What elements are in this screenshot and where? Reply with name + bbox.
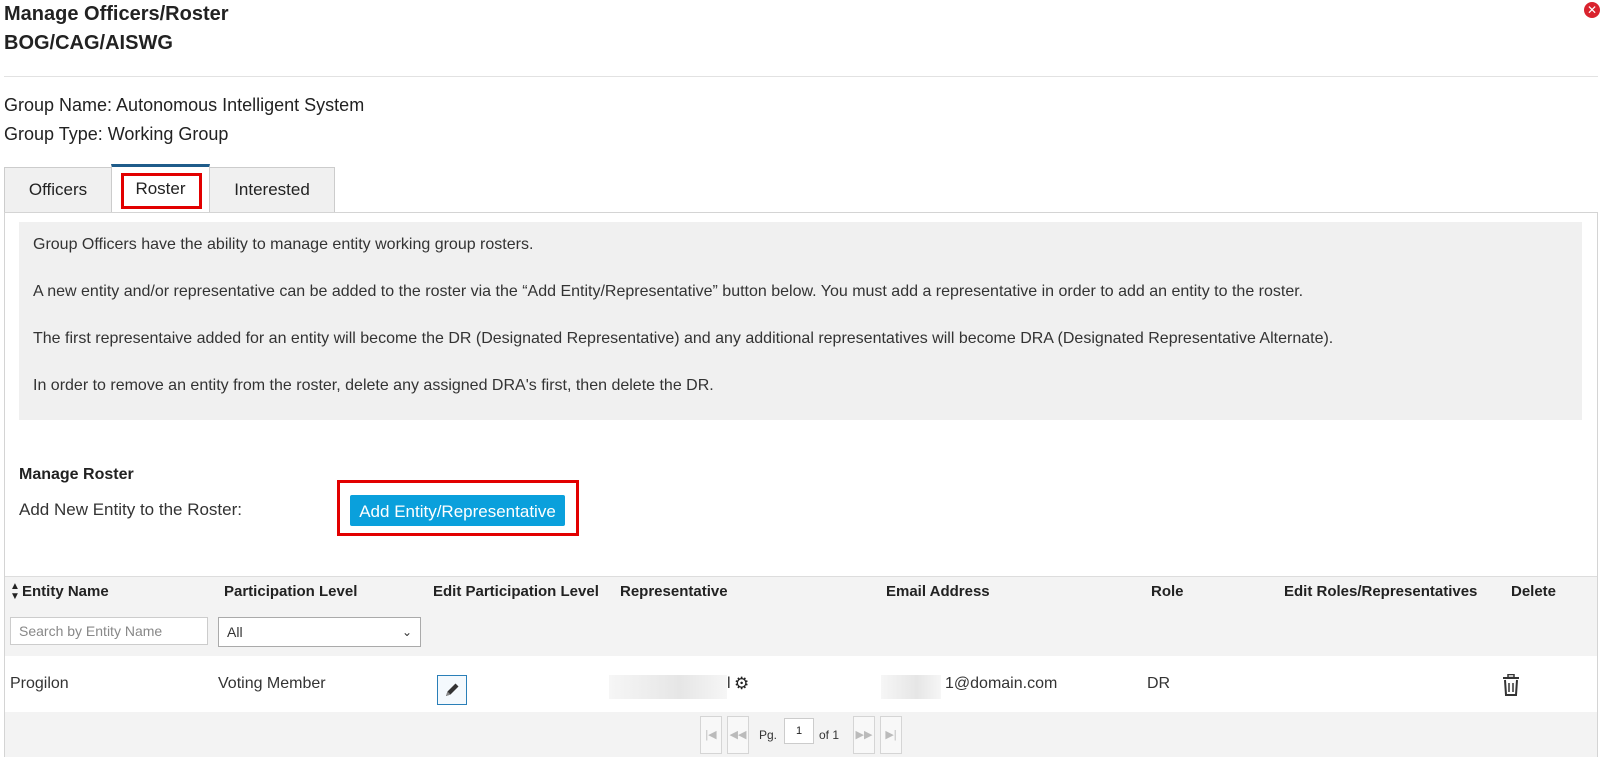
- add-entity-label: Add New Entity to the Roster:: [19, 500, 242, 519]
- tab-interested[interactable]: Interested: [209, 167, 335, 212]
- page-title-line2: BOG/CAG/AISWG: [4, 32, 173, 54]
- col-participation-level: Participation Level: [224, 583, 358, 600]
- sort-icon[interactable]: ▲ ▼: [10, 582, 20, 602]
- page-number-input[interactable]: 1: [784, 718, 814, 744]
- col-role: Role: [1151, 583, 1184, 600]
- col-representative: Representative: [620, 583, 728, 600]
- col-edit-participation: Edit Participation Level: [433, 583, 599, 600]
- cell-role: DR: [1147, 675, 1171, 692]
- close-icon[interactable]: ✕: [1584, 2, 1600, 18]
- search-entity-input[interactable]: [10, 617, 208, 645]
- header-divider: [4, 76, 1598, 77]
- note-3: The first representaive added for an ent…: [33, 330, 1334, 347]
- table-header: ▲ ▼ Entity Name Participation Level Edit P…: [5, 576, 1597, 608]
- group-name: Group Name: Autonomous Intelligent Syste…: [4, 95, 365, 115]
- page-label: Pg.: [759, 728, 778, 742]
- cell-representative-tail: l: [727, 675, 731, 692]
- pager: |◀ ◀◀ Pg. 1 of 1 ▶▶ ▶|: [5, 712, 1597, 757]
- next-page-button[interactable]: ▶▶: [853, 716, 875, 754]
- cell-participation: Voting Member: [218, 675, 326, 692]
- email-redacted: [881, 675, 941, 699]
- col-entity-name[interactable]: ▲ ▼ Entity Name: [10, 577, 109, 607]
- col-edit-roles: Edit Roles/Representatives: [1284, 583, 1478, 600]
- first-page-button[interactable]: |◀: [700, 716, 722, 754]
- pencil-icon: [446, 683, 459, 696]
- gear-icon[interactable]: ⚙: [734, 675, 749, 693]
- filter-row: All ⌄: [5, 606, 1597, 657]
- participation-select[interactable]: All ⌄: [218, 617, 421, 647]
- cell-entity: Progilon: [10, 675, 69, 692]
- note-2: A new entity and/or representative can b…: [33, 283, 1304, 300]
- table-row: Progilon Voting Member l ⚙ 1@domain.com …: [5, 656, 1597, 713]
- group-type: Group Type: Working Group: [4, 124, 229, 144]
- note-1: Group Officers have the ability to manag…: [33, 236, 534, 253]
- trash-icon[interactable]: [1502, 673, 1520, 696]
- note-4: In order to remove an entity from the ro…: [33, 377, 714, 394]
- page-of-label: of 1: [819, 728, 840, 742]
- cell-email: 1@domain.com: [945, 675, 1058, 692]
- page-title-line1: Manage Officers/Roster: [4, 3, 229, 25]
- representative-redacted: [609, 675, 727, 699]
- col-email: Email Address: [886, 583, 990, 600]
- instructions-box: Group Officers have the ability to manag…: [19, 222, 1582, 420]
- add-entity-button[interactable]: Add Entity/Representative: [350, 495, 565, 526]
- edit-participation-button[interactable]: [437, 675, 467, 705]
- roster-tab-highlight: [121, 173, 202, 209]
- chevron-down-icon: ⌄: [401, 625, 412, 639]
- last-page-button[interactable]: ▶|: [880, 716, 902, 754]
- manage-roster-title: Manage Roster: [19, 466, 134, 483]
- tab-officers[interactable]: Officers: [4, 167, 112, 212]
- prev-page-button[interactable]: ◀◀: [727, 716, 749, 754]
- col-delete: Delete: [1511, 583, 1557, 600]
